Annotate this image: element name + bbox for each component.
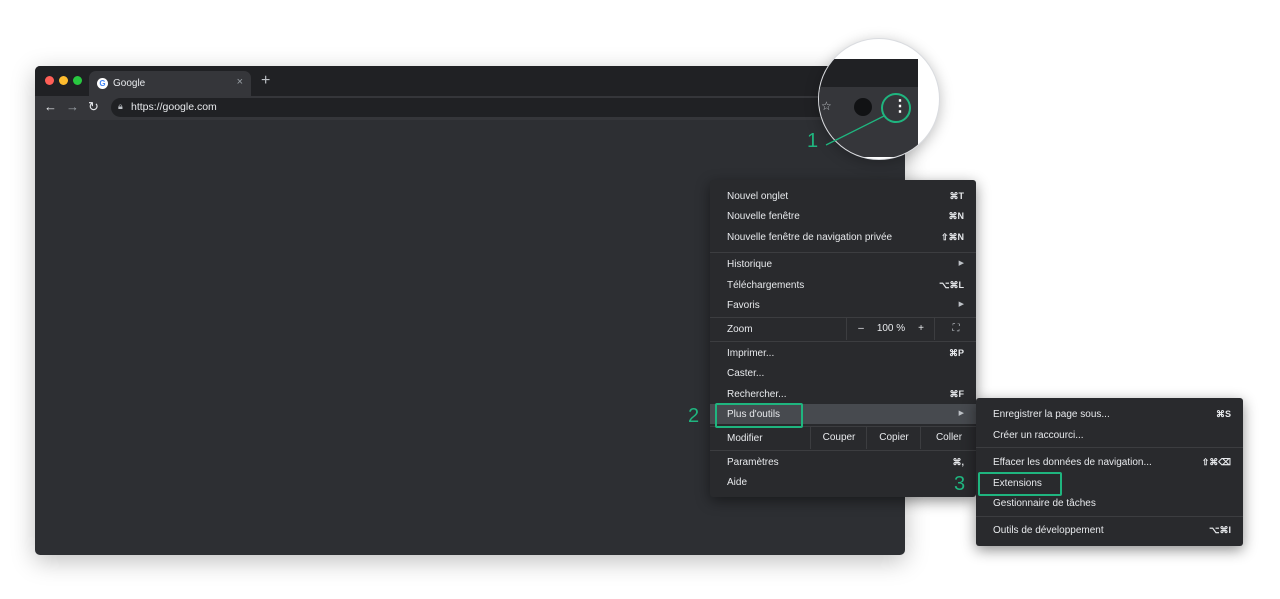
cut-button[interactable]: Couper (810, 427, 867, 449)
step-2-highlight-box (715, 403, 803, 428)
submenu-item-clear-browsing-data[interactable]: Effacer les données de navigation... ⇧⌘⌫ (976, 452, 1243, 472)
close-window-button[interactable] (45, 76, 54, 85)
browser-toolbar: ← → ↻ 🔒︎ https://google.com (35, 96, 905, 120)
tab-google[interactable]: G Google × (89, 71, 251, 96)
chevron-right-icon: ▶ (958, 410, 964, 417)
menu-divider (976, 516, 1243, 517)
chevron-right-icon: ▶ (958, 260, 964, 267)
minimize-window-button[interactable] (59, 76, 68, 85)
zoom-out-button[interactable]: – (846, 318, 875, 340)
menu-item-edit: Modifier Couper Copier Coller (710, 427, 976, 449)
zoom-level: 100 % (876, 323, 906, 334)
address-bar[interactable]: 🔒︎ https://google.com (111, 98, 871, 117)
menu-item-history[interactable]: Historique ▶ (710, 254, 976, 274)
reload-icon[interactable]: ↻ (88, 99, 99, 115)
submenu-item-save-page[interactable]: Enregistrer la page sous... ⌘S (976, 404, 1243, 424)
kebab-menu-icon: ⋮ (892, 98, 908, 115)
menu-item-incognito-window[interactable]: Nouvelle fenêtre de navigation privée ⇧⌘… (710, 227, 976, 247)
tab-strip: G Google × + (35, 66, 905, 96)
menu-divider (710, 450, 976, 451)
menu-item-print[interactable]: Imprimer... ⌘P (710, 343, 976, 363)
step-1-number: 1 (807, 130, 819, 152)
menu-item-cast[interactable]: Caster... (710, 363, 976, 383)
chrome-main-menu: Nouvel onglet ⌘T Nouvelle fenêtre ⌘N Nou… (710, 180, 976, 497)
menu-item-bookmarks[interactable]: Favoris ▶ (710, 295, 976, 315)
menu-item-find[interactable]: Rechercher... ⌘F (710, 384, 976, 404)
fullscreen-icon[interactable]: ⛶ (934, 318, 977, 340)
step-2-number: 2 (688, 405, 700, 427)
submenu-item-create-shortcut[interactable]: Créer un raccourci... (976, 425, 1243, 445)
submenu-item-task-manager[interactable]: Gestionnaire de tâches (976, 493, 1243, 513)
address-bar-url[interactable]: https://google.com (131, 101, 217, 113)
menu-divider (710, 341, 976, 342)
back-icon[interactable]: ← (44, 99, 57, 114)
star-icon[interactable]: ☆ (821, 99, 832, 113)
menu-divider (710, 252, 976, 253)
new-tab-button[interactable]: + (261, 72, 270, 90)
menu-divider (976, 447, 1243, 448)
menu-item-help[interactable]: Aide (710, 472, 976, 492)
menu-item-new-tab[interactable]: Nouvel onglet ⌘T (710, 186, 976, 206)
chevron-right-icon: ▶ (958, 301, 964, 308)
menu-item-settings[interactable]: Paramètres ⌘, (710, 452, 976, 472)
copy-button[interactable]: Copier (866, 427, 921, 449)
forward-icon[interactable]: → (66, 99, 79, 114)
zoom-in-button[interactable]: + (908, 318, 934, 340)
menu-item-downloads[interactable]: Téléchargements ⌥⌘L (710, 275, 976, 295)
lock-icon: 🔒︎ (118, 101, 123, 111)
maximize-window-button[interactable] (73, 76, 82, 85)
menu-item-zoom: Zoom – 100 % + ⛶ (710, 318, 976, 340)
step-3-highlight-box (978, 472, 1062, 496)
tab-close-icon[interactable]: × (237, 76, 243, 88)
tab-title: Google (113, 78, 146, 89)
step-1-pointer-line (825, 115, 885, 146)
paste-button[interactable]: Coller (920, 427, 977, 449)
google-favicon-icon: G (97, 78, 108, 89)
menu-item-new-window[interactable]: Nouvelle fenêtre ⌘N (710, 206, 976, 226)
submenu-item-developer-tools[interactable]: Outils de développement ⌥⌘I (976, 520, 1243, 540)
step-3-number: 3 (954, 473, 966, 495)
